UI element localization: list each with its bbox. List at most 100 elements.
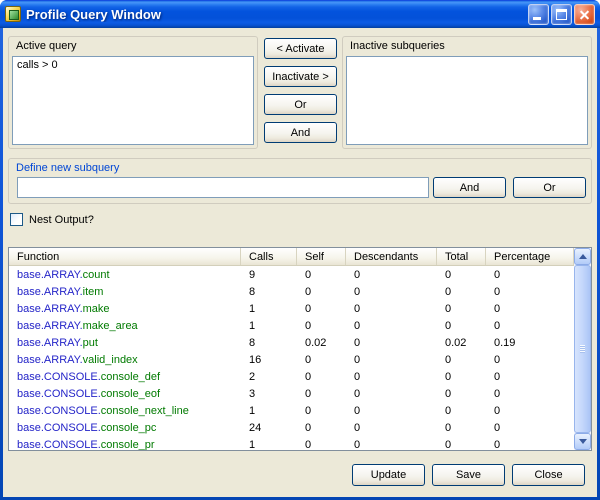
cell-self: 0 bbox=[297, 269, 346, 281]
column-header-total[interactable]: Total bbox=[437, 248, 486, 265]
maximize-icon bbox=[556, 9, 567, 20]
cell-function: base.ARRAY.make_area bbox=[9, 320, 241, 332]
cell-self: 0 bbox=[297, 320, 346, 332]
nest-output-label: Nest Output? bbox=[29, 214, 94, 226]
cell-self: 0 bbox=[297, 422, 346, 434]
vertical-scrollbar[interactable] bbox=[574, 248, 591, 450]
cell-percentage: 0 bbox=[486, 286, 574, 298]
nest-output-checkbox[interactable] bbox=[10, 213, 23, 226]
cell-calls: 1 bbox=[241, 320, 297, 332]
maximize-button[interactable] bbox=[551, 4, 572, 25]
cell-calls: 8 bbox=[241, 337, 297, 349]
subquery-input[interactable] bbox=[17, 177, 429, 198]
cell-descendants: 0 bbox=[346, 303, 437, 315]
cell-function: base.ARRAY.count bbox=[9, 269, 241, 281]
cell-calls: 3 bbox=[241, 388, 297, 400]
update-button[interactable]: Update bbox=[352, 464, 425, 486]
cell-total: 0 bbox=[437, 388, 486, 400]
nest-output-row: Nest Output? bbox=[10, 213, 94, 226]
cell-function: base.ARRAY.put bbox=[9, 337, 241, 349]
save-button[interactable]: Save bbox=[432, 464, 505, 486]
inactive-subqueries-group: Inactive subqueries bbox=[342, 36, 592, 149]
inactivate-button[interactable]: Inactivate > bbox=[264, 66, 337, 87]
function-prefix: base.CONSOLE. bbox=[17, 405, 101, 417]
function-prefix: base.CONSOLE. bbox=[17, 422, 101, 434]
cell-calls: 2 bbox=[241, 371, 297, 383]
column-header-descendants[interactable]: Descendants bbox=[346, 248, 437, 265]
table-row[interactable]: base.ARRAY.count90000 bbox=[9, 266, 574, 283]
column-header-calls[interactable]: Calls bbox=[241, 248, 297, 265]
cell-self: 0 bbox=[297, 286, 346, 298]
cell-total: 0 bbox=[437, 320, 486, 332]
cell-calls: 1 bbox=[241, 303, 297, 315]
active-query-group: Active query calls > 0 bbox=[8, 36, 258, 149]
function-feature: valid_index bbox=[83, 354, 138, 366]
and-button[interactable]: And bbox=[264, 122, 337, 143]
table-row[interactable]: base.ARRAY.put80.0200.020.19 bbox=[9, 334, 574, 351]
inactive-subqueries-label: Inactive subqueries bbox=[343, 37, 591, 52]
table-row[interactable]: base.ARRAY.make10000 bbox=[9, 300, 574, 317]
close-button[interactable] bbox=[574, 4, 595, 25]
table-row[interactable]: base.ARRAY.make_area10000 bbox=[9, 317, 574, 334]
cell-function: base.CONSOLE.console_eof bbox=[9, 388, 241, 400]
cell-descendants: 0 bbox=[346, 439, 437, 451]
cell-total: 0.02 bbox=[437, 337, 486, 349]
app-icon[interactable] bbox=[5, 6, 21, 22]
column-header-self[interactable]: Self bbox=[297, 248, 346, 265]
function-prefix: base.CONSOLE. bbox=[17, 371, 101, 383]
cell-percentage: 0 bbox=[486, 388, 574, 400]
window-controls bbox=[528, 4, 595, 25]
cell-total: 0 bbox=[437, 422, 486, 434]
cell-self: 0 bbox=[297, 439, 346, 451]
cell-total: 0 bbox=[437, 269, 486, 281]
cell-descendants: 0 bbox=[346, 422, 437, 434]
column-header-percentage[interactable]: Percentage bbox=[486, 248, 574, 265]
subquery-or-button[interactable]: Or bbox=[513, 177, 586, 198]
cell-total: 0 bbox=[437, 439, 486, 451]
active-query-label: Active query bbox=[9, 37, 257, 52]
cell-function: base.CONSOLE.console_pr bbox=[9, 439, 241, 451]
cell-self: 0 bbox=[297, 388, 346, 400]
query-item[interactable]: calls > 0 bbox=[13, 57, 253, 73]
cell-percentage: 0 bbox=[486, 405, 574, 417]
scroll-down-button[interactable] bbox=[574, 433, 591, 450]
cell-percentage: 0 bbox=[486, 422, 574, 434]
cell-total: 0 bbox=[437, 354, 486, 366]
minimize-button[interactable] bbox=[528, 4, 549, 25]
cell-percentage: 0 bbox=[486, 354, 574, 366]
or-button[interactable]: Or bbox=[264, 94, 337, 115]
cell-self: 0 bbox=[297, 405, 346, 417]
table-row[interactable]: base.CONSOLE.console_eof30000 bbox=[9, 385, 574, 402]
scroll-up-button[interactable] bbox=[574, 248, 591, 265]
cell-self: 0 bbox=[297, 354, 346, 366]
table-row[interactable]: base.ARRAY.valid_index160000 bbox=[9, 351, 574, 368]
table-row[interactable]: base.CONSOLE.console_pr10000 bbox=[9, 436, 574, 450]
activate-button[interactable]: < Activate bbox=[264, 38, 337, 59]
results-table: Function Calls Self Descendants Total Pe… bbox=[8, 247, 592, 451]
function-prefix: base.ARRAY. bbox=[17, 286, 83, 298]
cell-calls: 16 bbox=[241, 354, 297, 366]
define-subquery-label: Define new subquery bbox=[9, 159, 591, 174]
cell-calls: 1 bbox=[241, 405, 297, 417]
function-feature: count bbox=[83, 269, 110, 281]
cell-percentage: 0 bbox=[486, 320, 574, 332]
cell-self: 0.02 bbox=[297, 337, 346, 349]
column-header-function[interactable]: Function bbox=[9, 248, 241, 265]
table-row[interactable]: base.CONSOLE.console_next_line10000 bbox=[9, 402, 574, 419]
subquery-and-button[interactable]: And bbox=[433, 177, 506, 198]
client-area: Active query calls > 0 < Activate Inacti… bbox=[3, 28, 597, 497]
table-row[interactable]: base.CONSOLE.console_def20000 bbox=[9, 368, 574, 385]
cell-descendants: 0 bbox=[346, 320, 437, 332]
active-query-list[interactable]: calls > 0 bbox=[12, 56, 254, 145]
cell-calls: 24 bbox=[241, 422, 297, 434]
scroll-thumb[interactable] bbox=[574, 265, 591, 433]
inactive-subqueries-list[interactable] bbox=[346, 56, 588, 145]
table-body: base.ARRAY.count90000base.ARRAY.item8000… bbox=[9, 266, 574, 450]
table-row[interactable]: base.ARRAY.item80000 bbox=[9, 283, 574, 300]
define-subquery-group: Define new subquery And Or bbox=[8, 158, 592, 204]
table-row[interactable]: base.CONSOLE.console_pc240000 bbox=[9, 419, 574, 436]
cell-descendants: 0 bbox=[346, 286, 437, 298]
cell-function: base.ARRAY.item bbox=[9, 286, 241, 298]
titlebar[interactable]: Profile Query Window bbox=[0, 0, 600, 28]
close-window-button[interactable]: Close bbox=[512, 464, 585, 486]
